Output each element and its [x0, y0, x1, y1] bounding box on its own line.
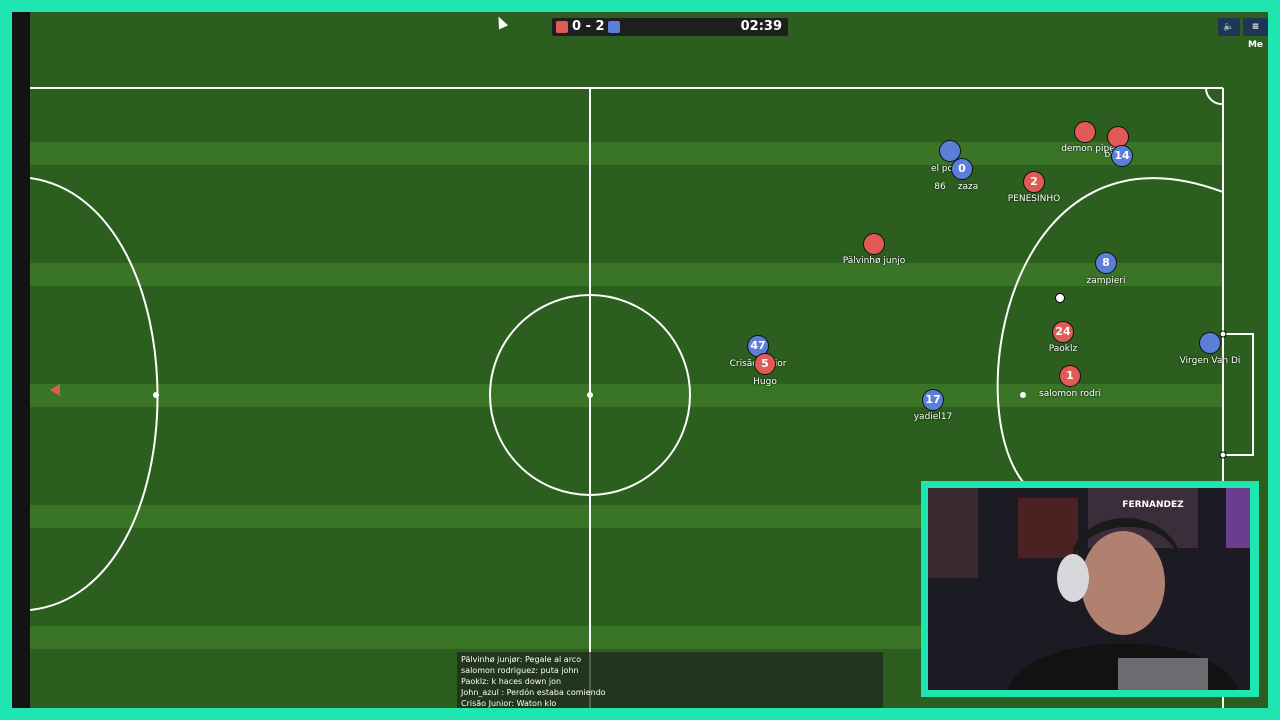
offscreen-arrow-icon	[50, 384, 60, 396]
player-name: zampieri	[1086, 276, 1126, 286]
chat-message: Paoklz: k haces down jon	[461, 677, 562, 686]
player-token: 0	[951, 158, 973, 180]
chat-log: Pälvinhø junjør: Pegale al arco salomon …	[457, 652, 883, 708]
chat-message: salomon rodriguez: puta john	[461, 666, 579, 675]
player-token: 1	[1059, 365, 1081, 387]
player-token	[863, 233, 885, 255]
ball	[1055, 293, 1065, 303]
score: 0 - 2	[572, 19, 605, 34]
player-token: 14	[1111, 145, 1133, 167]
player-token: 5	[754, 353, 776, 375]
player-name: PENESINHO	[1007, 194, 1061, 204]
player-token: 24	[1052, 321, 1074, 343]
stream-frame: 0 - 2 02:39 🔈 ≡ Me demon pipe bru 14 el …	[0, 0, 1280, 720]
player-name: zaza	[957, 182, 979, 192]
player-token	[1074, 121, 1096, 143]
blue-team-icon	[608, 21, 620, 33]
speaker-icon: 🔈	[1223, 22, 1235, 32]
match-timer: 02:39	[740, 19, 782, 34]
player-name: Virgen Van Di	[1179, 356, 1241, 366]
streamer-figure	[928, 488, 1250, 690]
chat-message: John_azul : Perdón estaba comiendo	[461, 688, 606, 697]
player-name: yadiel17	[913, 412, 953, 422]
player-name: Paoklz	[1048, 344, 1078, 354]
webcam-overlay: FERNANDEZ	[921, 481, 1259, 697]
webcam-banner: FERNANDEZ	[1122, 500, 1184, 510]
player-token: 17	[922, 389, 944, 411]
left-sidebar	[12, 12, 30, 708]
chat-message: Crisão Junior: Waton klo	[461, 699, 557, 708]
menu-button[interactable]: ≡ Me	[1243, 18, 1268, 50]
player-name: Pälvinhø junjo	[842, 256, 906, 266]
player-token: 2	[1023, 171, 1045, 193]
player-token	[1199, 332, 1221, 354]
player-name: Hugo	[753, 377, 777, 387]
player-name: el po	[930, 164, 954, 174]
red-team-icon	[556, 21, 568, 33]
chat-message: Pälvinhø junjør: Pegale al arco	[461, 655, 582, 664]
webcam-feed: FERNANDEZ	[928, 488, 1250, 690]
scoreboard: 0 - 2 02:39	[552, 18, 788, 36]
sound-button[interactable]: 🔈	[1218, 18, 1240, 36]
player-token: 8	[1095, 252, 1117, 274]
player-name: salomon rodri	[1039, 389, 1101, 399]
player-name: 86	[934, 182, 946, 192]
